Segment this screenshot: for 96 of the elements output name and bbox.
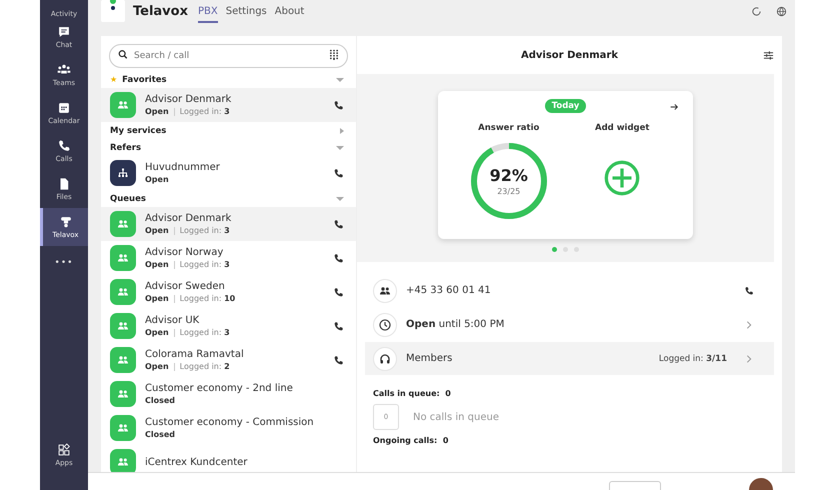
detail-title: Advisor Denmark [520, 50, 618, 60]
phone-icon [57, 139, 71, 153]
logged-in-count: Logged in: 3/11 [658, 354, 727, 364]
logged-in-count: Logged in: 3 [180, 226, 230, 235]
item-name: Advisor Norway [145, 247, 224, 258]
phone-icon[interactable] [333, 100, 344, 110]
item-status: Open [145, 175, 169, 184]
item-name: Advisor UK [145, 315, 200, 326]
widget-title: Add widget [595, 123, 650, 133]
people-icon [110, 245, 136, 271]
app-name: Telavox [133, 4, 188, 18]
org-chart-icon [110, 160, 136, 186]
item-status: Closed [145, 396, 176, 405]
phone-icon[interactable] [333, 252, 344, 264]
list-item[interactable]: Customer economy - 2nd line Closed [101, 377, 356, 411]
logged-in-count: Logged in: 3 [180, 107, 230, 116]
people-icon [110, 415, 136, 441]
item-name: Customer economy - Commission [145, 417, 315, 428]
calendar-icon [57, 101, 71, 115]
globe-icon[interactable] [776, 6, 787, 16]
item-name: Colorama Ramavtal [145, 349, 245, 360]
item-name: Customer economy - 2nd line [145, 383, 294, 394]
logged-in-count: Logged in: 2 [180, 362, 230, 371]
apps-icon [57, 443, 71, 457]
search-icon [118, 49, 128, 60]
more-button[interactable]: ••• [40, 246, 88, 280]
logged-in-count: Logged in: 3 [180, 260, 230, 269]
phone-icon[interactable] [333, 168, 344, 178]
tab[interactable]: PBX [198, 4, 218, 22]
arrow-right-icon[interactable] [669, 102, 679, 112]
info-row[interactable]: +45 33 60 01 41 [365, 274, 774, 307]
list-item[interactable]: Advisor UK Open Logged in: 3 [101, 309, 356, 343]
tab[interactable]: About [274, 4, 304, 22]
chat-icon [57, 25, 71, 39]
chevron-right-icon[interactable] [744, 320, 754, 330]
logged-in-count: Logged in: 3 [180, 328, 230, 337]
phone-icon[interactable] [333, 218, 344, 230]
info-text: +45 33 60 01 41 [406, 285, 492, 296]
section-title: Favorites [122, 74, 168, 84]
info-text: Open until 5:00 PM [406, 319, 506, 330]
people-icon [110, 211, 136, 237]
people-icon [110, 92, 136, 118]
info-row[interactable]: Open until 5:00 PM [365, 308, 774, 341]
phone-icon[interactable] [333, 320, 344, 332]
info-text: Members [406, 353, 454, 364]
item-status: Open [145, 107, 169, 116]
list-item[interactable]: Advisor Denmark Open Logged in: 3 [101, 88, 356, 122]
item-status: Open [145, 260, 169, 269]
calls-in-queue-label: Calls in queue: 0 [373, 389, 452, 398]
avatar[interactable] [749, 478, 773, 490]
empty-queue-text: No calls in queue [413, 412, 499, 422]
logged-in-count: Logged in: 10 [180, 294, 236, 303]
list-item[interactable]: Advisor Norway Open Logged in: 3 [101, 241, 356, 275]
section-title: Refers [110, 142, 142, 152]
section-title: My services [110, 126, 168, 136]
headset-icon [373, 346, 397, 370]
list-item[interactable]: Customer economy - Commission Closed [101, 411, 356, 445]
item-status: Open [145, 328, 169, 337]
tab[interactable]: Settings [226, 4, 267, 22]
list-item[interactable]: Advisor Sweden Open Logged in: 10 [101, 275, 356, 309]
list-item[interactable]: Colorama Ramavtal Open Logged in: 2 [101, 343, 356, 377]
ongoing-calls-label: Ongoing calls: 0 [373, 436, 450, 445]
phone-icon[interactable] [333, 354, 344, 366]
item-status: Open [145, 362, 169, 371]
info-row[interactable]: Members Logged in: 3/11 [365, 342, 774, 375]
search-field[interactable]: Search / call [109, 44, 348, 68]
phone-icon[interactable] [333, 286, 344, 298]
refresh-icon[interactable] [751, 6, 762, 16]
item-name: Advisor Sweden [145, 281, 226, 292]
item-name: Advisor Denmark [145, 213, 232, 224]
chevron-right-icon[interactable] [744, 354, 754, 364]
people-icon [110, 347, 136, 373]
people-icon [373, 278, 397, 302]
list-item[interactable]: Advisor Denmark Open Logged in: 3 [101, 207, 356, 241]
percent-value: 92% [490, 166, 528, 185]
item-status: Open [145, 294, 169, 303]
people-icon [110, 279, 136, 305]
people-icon [110, 313, 136, 339]
item-name: Huvudnummer [145, 162, 221, 173]
item-name: Advisor Denmark [145, 94, 232, 105]
page-dot[interactable] [552, 247, 557, 252]
section-title: Queues [110, 194, 147, 204]
item-status: Closed [145, 430, 176, 439]
sliders-icon[interactable] [763, 50, 774, 60]
fraction-value: 23/25 [497, 187, 520, 196]
item-status: Open [145, 226, 169, 235]
phone-icon[interactable] [744, 286, 754, 296]
widget-title: Answer ratio [478, 123, 540, 133]
people-icon [110, 381, 136, 407]
list-item[interactable]: Huvudnummer Open [101, 156, 356, 190]
telavox-icon [58, 215, 72, 229]
star-icon: ★ [110, 75, 118, 84]
dialpad-icon[interactable] [329, 49, 339, 60]
telavox-logo [101, 0, 125, 22]
item-name: iCentrex Kundcenter [145, 456, 248, 468]
clock-icon [373, 312, 397, 336]
